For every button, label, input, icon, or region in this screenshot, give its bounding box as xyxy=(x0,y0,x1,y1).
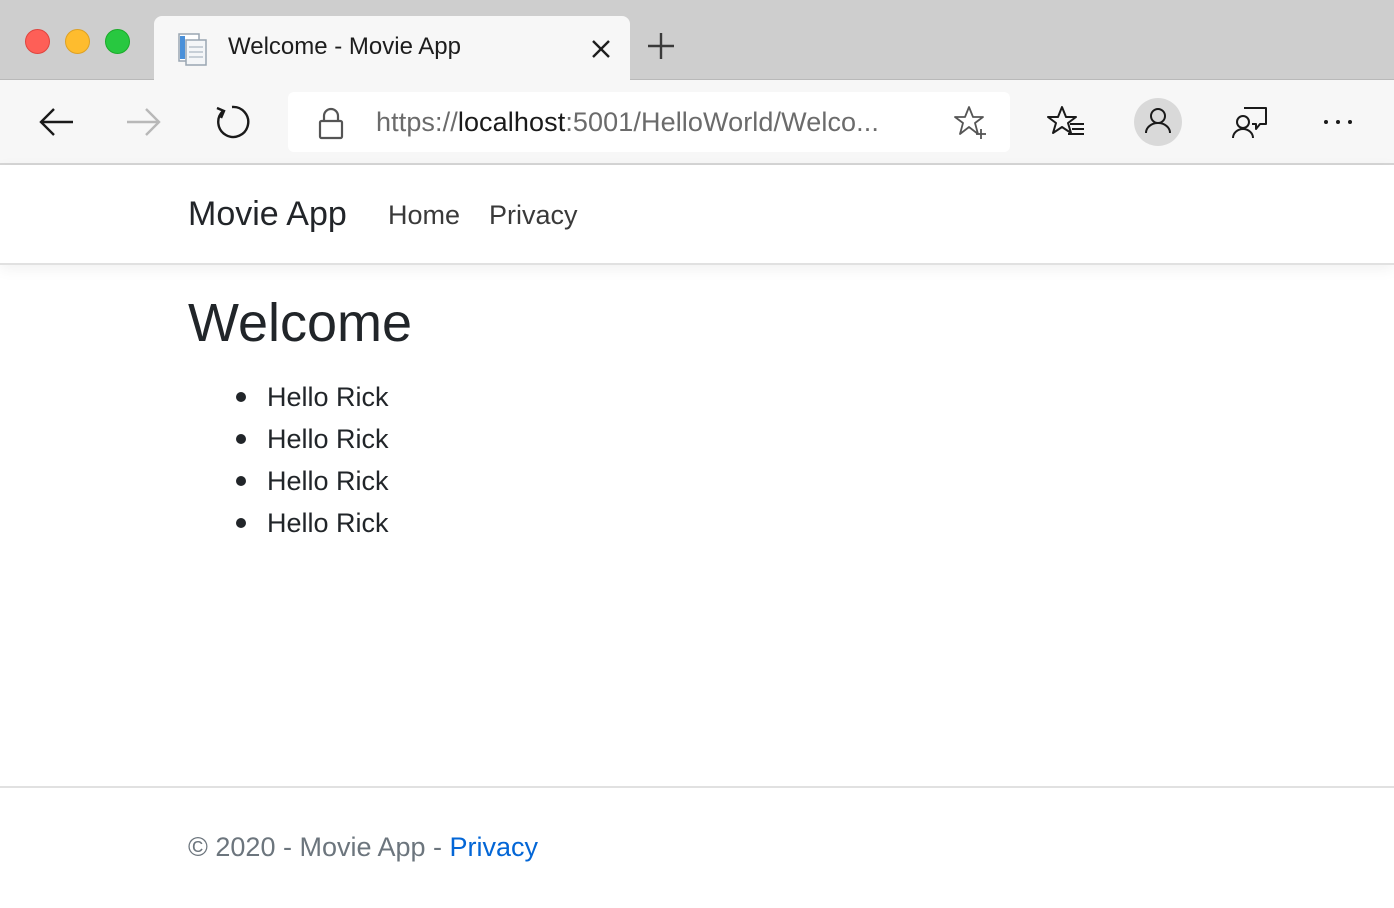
url-text[interactable]: https://localhost:5001/HelloWorld/Welco.… xyxy=(376,107,879,138)
list-item: Hello Rick xyxy=(0,460,500,502)
bullet-icon xyxy=(236,392,246,402)
list-item-text: Hello Rick xyxy=(267,382,389,412)
window-minimize-button[interactable] xyxy=(65,29,90,54)
tab-strip: Welcome - Movie App xyxy=(0,0,1394,81)
lock-icon xyxy=(316,106,346,145)
bullet-icon xyxy=(236,476,246,486)
nav-link-home[interactable]: Home xyxy=(388,200,460,231)
site-navbar: Movie App Home Privacy xyxy=(0,165,1394,265)
list-item: Hello Rick xyxy=(0,376,500,418)
navbar-brand[interactable]: Movie App xyxy=(188,195,347,234)
close-tab-icon[interactable] xyxy=(588,36,614,62)
add-favorite-icon[interactable] xyxy=(952,104,988,145)
new-tab-icon[interactable] xyxy=(645,30,677,62)
page-title: Welcome xyxy=(188,293,413,353)
forward-arrow-icon[interactable] xyxy=(120,98,168,146)
favorites-icon[interactable] xyxy=(1044,100,1092,148)
reload-icon[interactable] xyxy=(208,98,256,146)
profile-icon[interactable] xyxy=(1134,98,1182,146)
list-item-text: Hello Rick xyxy=(267,466,389,496)
footer-privacy-link[interactable]: Privacy xyxy=(450,832,539,862)
bullet-icon xyxy=(236,518,246,528)
tab-title: Welcome - Movie App xyxy=(228,33,461,60)
browser-toolbar: https://localhost:5001/HelloWorld/Welco.… xyxy=(0,80,1394,165)
list-item-text: Hello Rick xyxy=(267,508,389,538)
site-footer: © 2020 - Movie App - Privacy xyxy=(0,786,1394,908)
browser-tab[interactable]: Welcome - Movie App xyxy=(154,16,630,81)
list-item: Hello Rick xyxy=(0,418,500,460)
feedback-icon[interactable] xyxy=(1226,98,1274,146)
back-arrow-icon[interactable] xyxy=(32,98,80,146)
address-bar[interactable]: https://localhost:5001/HelloWorld/Welco.… xyxy=(288,92,1010,152)
greeting-list: Hello Rick Hello Rick Hello Rick Hello R… xyxy=(0,376,500,544)
nav-link-privacy[interactable]: Privacy xyxy=(489,200,578,231)
footer-copyright: © 2020 - Movie App - xyxy=(188,832,450,862)
window-maximize-button[interactable] xyxy=(105,29,130,54)
list-item: Hello Rick xyxy=(0,502,500,544)
footer-text: © 2020 - Movie App - Privacy xyxy=(188,832,538,863)
list-item-text: Hello Rick xyxy=(267,424,389,454)
window-close-button[interactable] xyxy=(25,29,50,54)
page-icon xyxy=(174,31,210,67)
more-options-icon[interactable] xyxy=(1316,98,1364,146)
bullet-icon xyxy=(236,434,246,444)
